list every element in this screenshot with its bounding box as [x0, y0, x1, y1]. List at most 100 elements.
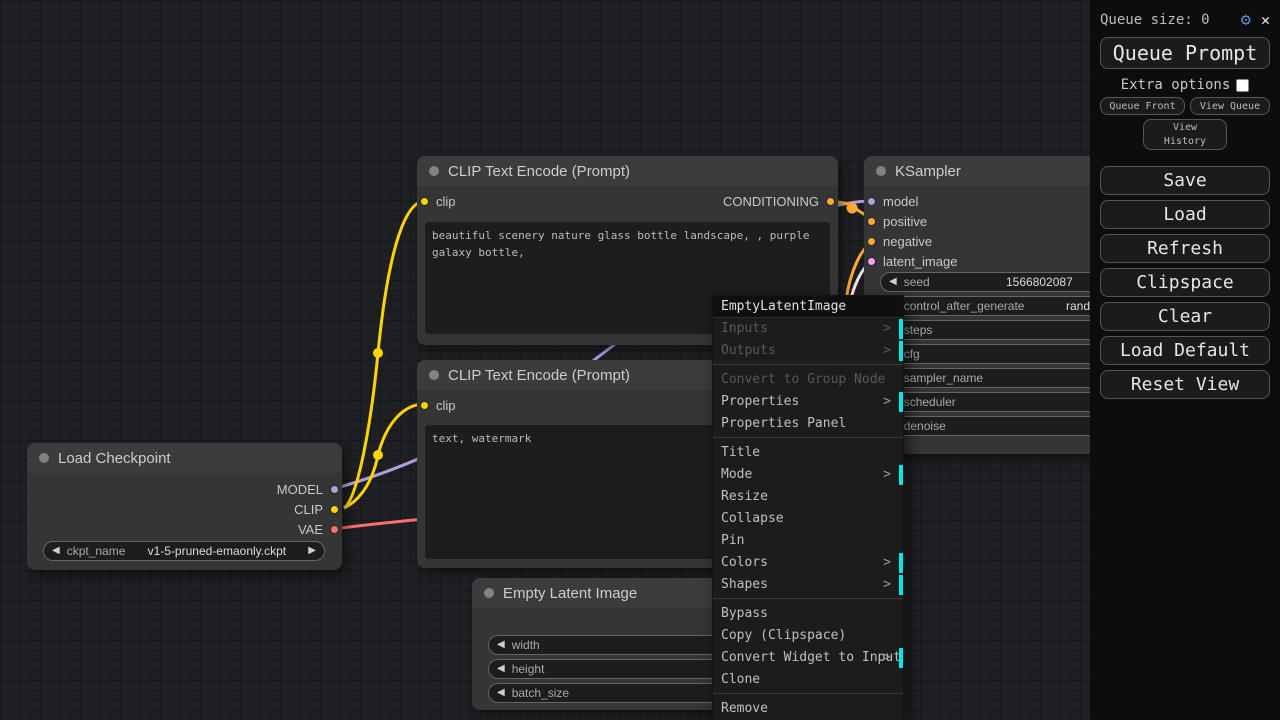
- queue-size-label: Queue size: 0: [1100, 12, 1210, 28]
- node-title: Empty Latent Image: [503, 584, 638, 602]
- widget-label: scheduler: [903, 395, 956, 409]
- port-dot-latent-icon[interactable]: [867, 256, 876, 266]
- close-icon[interactable]: ✕: [1261, 11, 1270, 29]
- refresh-button[interactable]: Refresh: [1100, 234, 1270, 263]
- collapse-dot-icon[interactable]: [429, 370, 439, 380]
- queue-prompt-button[interactable]: Queue Prompt: [1100, 37, 1270, 69]
- input-port-positive[interactable]: positive: [867, 212, 927, 230]
- port-dot-clip-icon[interactable]: [420, 400, 429, 410]
- view-queue-button[interactable]: View Queue: [1190, 97, 1270, 115]
- submenu-arrow-icon: >: [883, 467, 891, 482]
- menu-item-colors[interactable]: Colors >: [713, 552, 903, 574]
- queue-front-button[interactable]: Queue Front: [1100, 97, 1185, 115]
- node-title: KSampler: [895, 162, 961, 180]
- comfy-menu-panel: Queue size: 0 ⚙ ✕ Queue Prompt Extra opt…: [1090, 0, 1280, 720]
- view-history-button[interactable]: View History: [1143, 119, 1227, 150]
- widget-label: sampler_name: [903, 371, 984, 385]
- port-dot-clip-icon[interactable]: [420, 196, 429, 206]
- menu-item-convert-to-group-node: Convert to Group Node: [721, 372, 886, 387]
- menu-item-properties[interactable]: Properties >: [713, 391, 903, 413]
- port-dot-conditioning-icon[interactable]: [867, 216, 876, 226]
- widget-ckpt-name[interactable]: ◀ ckpt_name v1-5-pruned-emaonly.ckpt ▶: [43, 541, 325, 561]
- widget-left-arrow-icon[interactable]: ◀: [889, 277, 897, 287]
- submenu-arrow-icon: >: [883, 577, 891, 592]
- output-port-model[interactable]: MODEL: [277, 480, 339, 498]
- wire-clip-negative: [343, 402, 426, 510]
- submenu-arrow-icon: >: [883, 394, 891, 409]
- menu-item-copy-clipspace[interactable]: Copy (Clipspace): [713, 625, 903, 647]
- reset-view-button[interactable]: Reset View: [1100, 370, 1270, 399]
- menu-item-collapse[interactable]: Collapse: [713, 508, 903, 530]
- widget-label: height: [511, 662, 545, 676]
- collapse-dot-icon[interactable]: [484, 588, 494, 598]
- port-dot-clip-icon[interactable]: [330, 504, 339, 514]
- load-button[interactable]: Load: [1100, 200, 1270, 229]
- widget-label: denoise: [903, 419, 946, 433]
- menu-item-properties-panel[interactable]: Properties Panel: [713, 413, 903, 435]
- widget-label: cfg: [903, 347, 920, 361]
- node-context-menu: EmptyLatentImage Inputs > Outputs > Conver…: [712, 295, 904, 720]
- node-header[interactable]: CLIP Text Encode (Prompt): [417, 156, 838, 186]
- port-dot-conditioning-icon[interactable]: [867, 236, 876, 246]
- submenu-arrow-icon: >: [883, 343, 891, 358]
- extra-options-checkbox[interactable]: [1236, 78, 1250, 92]
- node-title: CLIP Text Encode (Prompt): [448, 162, 631, 180]
- wire-clip-positive: [342, 199, 426, 510]
- input-port-clip[interactable]: clip: [420, 192, 456, 210]
- settings-gear-icon[interactable]: ⚙: [1241, 11, 1251, 29]
- widget-label: ckpt_name: [66, 544, 126, 558]
- port-dot-conditioning-icon[interactable]: [826, 196, 835, 206]
- wire-dot: [373, 348, 383, 358]
- menu-item-pin[interactable]: Pin: [713, 530, 903, 552]
- menu-item-title[interactable]: Title: [713, 442, 903, 464]
- submenu-arrow-icon: >: [883, 650, 891, 665]
- input-port-clip[interactable]: clip: [420, 396, 456, 414]
- collapse-dot-icon[interactable]: [876, 166, 886, 176]
- menu-item-shapes[interactable]: Shapes >: [713, 574, 903, 596]
- menu-item-inputs: Inputs >: [713, 318, 903, 340]
- menu-item-outputs: Outputs >: [713, 340, 903, 362]
- widget-right-arrow-icon[interactable]: ▶: [308, 546, 316, 556]
- output-port-vae[interactable]: VAE: [298, 520, 339, 538]
- input-port-latent-image[interactable]: latent_image: [867, 252, 957, 270]
- wire-dot: [373, 450, 383, 460]
- output-port-clip[interactable]: CLIP: [294, 500, 339, 518]
- widget-label: seed: [903, 275, 930, 289]
- menu-item-resize[interactable]: Resize: [713, 486, 903, 508]
- extra-options-label: Extra options: [1120, 77, 1231, 93]
- menu-item-bypass[interactable]: Bypass: [713, 603, 903, 625]
- menu-item-remove[interactable]: Remove: [713, 698, 903, 720]
- collapse-dot-icon[interactable]: [429, 166, 439, 176]
- submenu-arrow-icon: >: [883, 555, 891, 570]
- menu-item-mode[interactable]: Mode >: [713, 464, 903, 486]
- load-default-button[interactable]: Load Default: [1100, 336, 1270, 365]
- menu-item-convert-widget-to-input[interactable]: Convert Widget to Input >: [713, 647, 903, 669]
- port-dot-vae-icon[interactable]: [330, 524, 339, 534]
- widget-left-arrow-icon[interactable]: ◀: [497, 688, 505, 698]
- widget-left-arrow-icon[interactable]: ◀: [497, 664, 505, 674]
- wire-dot: [846, 202, 858, 214]
- clear-button[interactable]: Clear: [1100, 302, 1270, 331]
- context-menu-title: EmptyLatentImage: [713, 296, 903, 318]
- widget-label: batch_size: [511, 686, 570, 700]
- clipspace-button[interactable]: Clipspace: [1100, 268, 1270, 297]
- widget-left-arrow-icon[interactable]: ◀: [52, 546, 60, 556]
- node-title: Load Checkpoint: [58, 449, 171, 467]
- port-dot-model-icon[interactable]: [867, 196, 876, 206]
- widget-label: control_after_generate: [903, 299, 1025, 313]
- widget-left-arrow-icon[interactable]: ◀: [497, 640, 505, 650]
- port-dot-model-icon[interactable]: [330, 484, 339, 494]
- save-button[interactable]: Save: [1100, 166, 1270, 195]
- output-port-conditioning[interactable]: CONDITIONING: [723, 192, 835, 210]
- menu-item-clone[interactable]: Clone: [713, 669, 903, 691]
- input-port-model[interactable]: model: [867, 192, 918, 210]
- input-port-negative[interactable]: negative: [867, 232, 932, 250]
- node-load-checkpoint[interactable]: Load Checkpoint MODEL CLIP VAE ◀ ckpt_na…: [27, 443, 342, 570]
- node-header[interactable]: Load Checkpoint: [27, 443, 342, 473]
- node-graph-canvas[interactable]: CLIP Text Encode (Prompt) clip CONDITION…: [0, 0, 1280, 720]
- widget-label: steps: [903, 323, 933, 337]
- widget-label: width: [511, 638, 540, 652]
- widget-value: v1-5-pruned-emaonly.ckpt: [147, 544, 287, 558]
- collapse-dot-icon[interactable]: [39, 453, 49, 463]
- node-title: CLIP Text Encode (Prompt): [448, 366, 631, 384]
